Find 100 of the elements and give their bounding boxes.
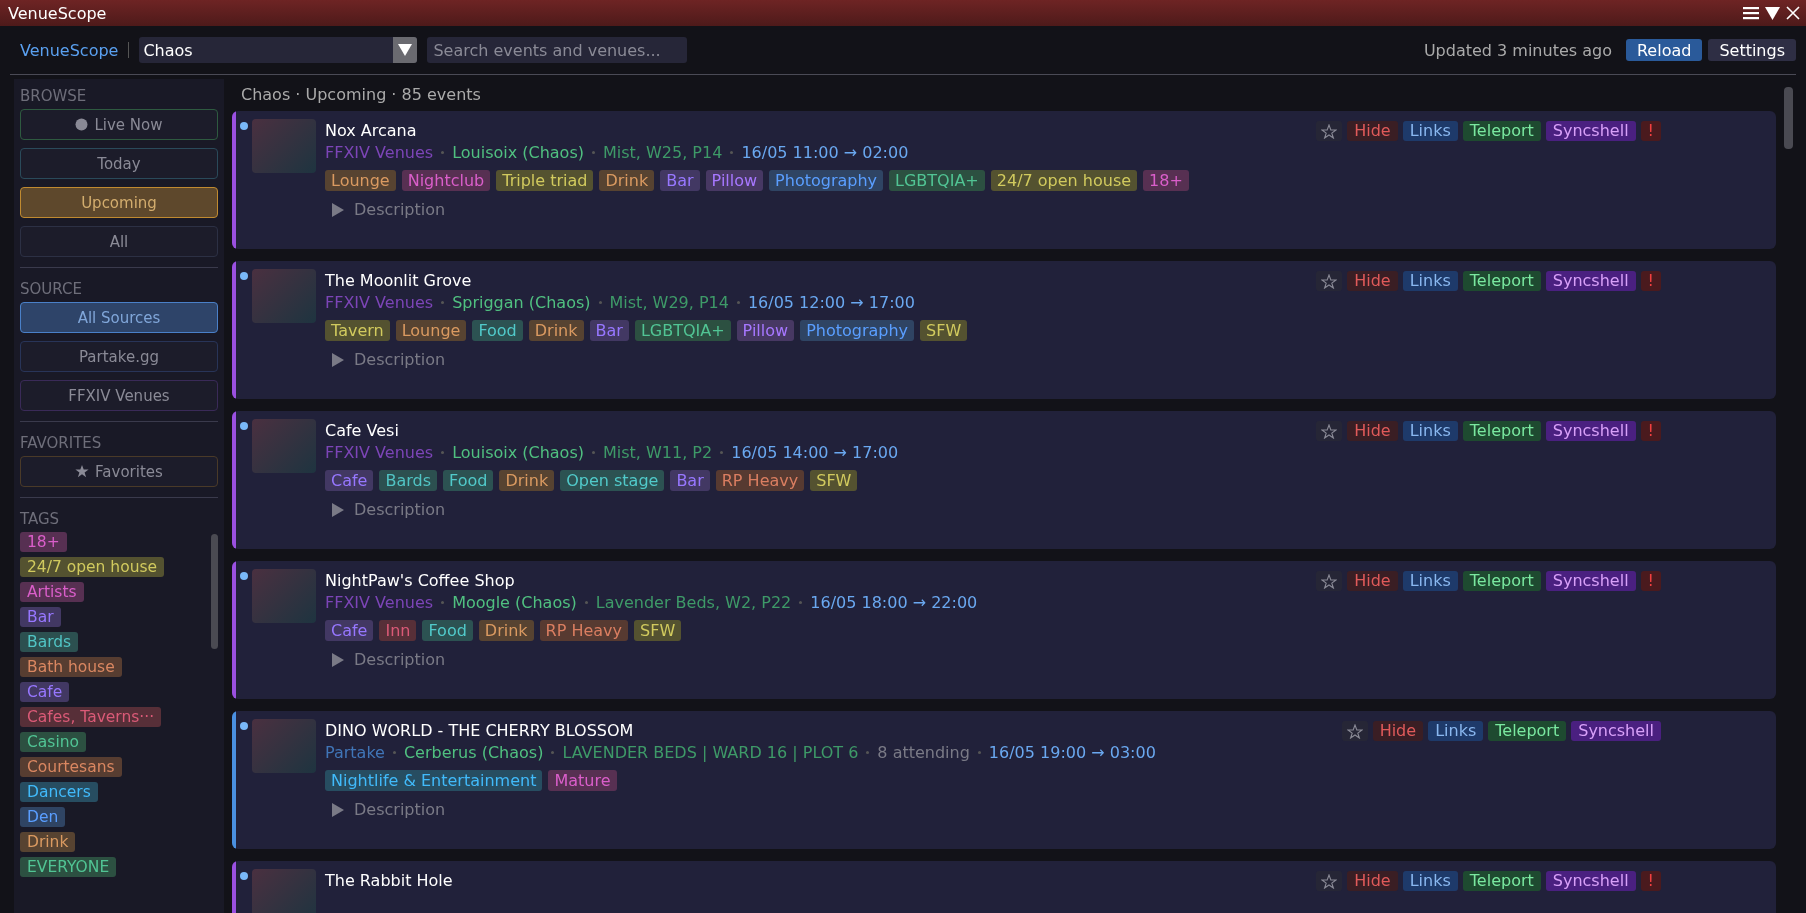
tag: Bar <box>670 470 710 491</box>
favorite-button[interactable] <box>1316 421 1343 441</box>
scrollbar-thumb[interactable] <box>211 534 218 649</box>
syncshell-button[interactable]: Syncshell <box>1545 871 1636 891</box>
teleport-button[interactable]: Teleport <box>1488 721 1567 741</box>
tag: Food <box>472 320 523 341</box>
tag-filter[interactable]: Casino <box>20 732 86 752</box>
links-button[interactable]: Links <box>1428 721 1484 741</box>
source-link[interactable]: FFXIV Venues <box>325 593 434 612</box>
favorite-button[interactable] <box>1316 571 1343 591</box>
star-icon <box>1321 423 1338 439</box>
sidebar-button[interactable]: FFXIV Venues <box>20 380 218 411</box>
source-link[interactable]: Partake <box>325 743 385 762</box>
report-button[interactable]: ! <box>1640 571 1661 591</box>
syncshell-button[interactable]: Syncshell <box>1545 121 1636 141</box>
hide-button[interactable]: Hide <box>1347 121 1398 141</box>
event-title: Cafe Vesi <box>325 421 399 441</box>
event-time: 16/05 14:00 → 17:00 <box>731 443 899 462</box>
star-icon <box>1321 123 1338 139</box>
tag-filter[interactable]: Den <box>20 807 66 827</box>
description-toggle[interactable]: Description <box>332 800 446 819</box>
description-toggle[interactable]: Description <box>332 200 446 219</box>
menu-icon[interactable] <box>1743 6 1759 20</box>
links-button[interactable]: Links <box>1402 121 1458 141</box>
sidebar-button[interactable]: Upcoming <box>20 187 218 218</box>
tag-filter[interactable]: EVERYONE <box>20 857 117 877</box>
tag-filter[interactable]: 24/7 open house <box>20 557 165 577</box>
syncshell-button[interactable]: Syncshell <box>1571 721 1661 741</box>
source-link[interactable]: FFXIV Venues <box>325 443 434 462</box>
teleport-button[interactable]: Teleport <box>1462 421 1541 441</box>
updated-text: Updated 3 minutes ago <box>1423 40 1612 60</box>
tag: RP Heavy <box>539 620 629 641</box>
hide-button[interactable]: Hide <box>1347 271 1398 291</box>
toolbar-button[interactable]: Settings <box>1708 39 1796 61</box>
teleport-button[interactable]: Teleport <box>1462 121 1541 141</box>
star-icon <box>1346 723 1363 739</box>
description-toggle[interactable]: Description <box>332 500 446 519</box>
caret-right-icon <box>332 352 344 367</box>
event-time: 16/05 12:00 → 17:00 <box>747 293 915 312</box>
tag: RP Heavy <box>715 470 805 491</box>
description-toggle[interactable]: Description <box>332 350 446 369</box>
teleport-button[interactable]: Teleport <box>1462 571 1541 591</box>
links-button[interactable]: Links <box>1402 871 1458 891</box>
tag-filter[interactable]: Bards <box>20 632 79 652</box>
event-location: Lavender Beds, W2, P22 <box>595 593 792 612</box>
event-title: NightPaw's Coffee Shop <box>325 571 515 591</box>
hide-button[interactable]: Hide <box>1347 571 1398 591</box>
tag-filter[interactable]: Dancers <box>20 782 98 802</box>
star-icon <box>1321 873 1338 889</box>
sidebar-button[interactable]: Favorites <box>20 456 218 487</box>
tag: Cafe <box>325 470 374 491</box>
report-button[interactable]: ! <box>1640 421 1661 441</box>
tag-filter[interactable]: Bath house <box>20 657 122 677</box>
scrollbar-thumb[interactable] <box>1784 87 1793 149</box>
tag-filter[interactable]: Bar <box>20 607 61 627</box>
toolbar-button[interactable]: Reload <box>1625 39 1703 61</box>
favorite-button[interactable] <box>1316 271 1343 291</box>
brand-link[interactable]: VenueScope <box>20 40 119 60</box>
close-icon[interactable] <box>1786 6 1800 20</box>
tag-filter[interactable]: Drink <box>20 832 76 852</box>
report-button[interactable]: ! <box>1640 871 1661 891</box>
tag-filter[interactable]: Cafe <box>20 682 70 702</box>
description-toggle[interactable]: Description <box>332 650 446 669</box>
report-button[interactable]: ! <box>1640 271 1661 291</box>
tag-filter[interactable]: 18+ <box>20 532 67 552</box>
search-field[interactable]: Search events and venues... <box>427 37 688 63</box>
syncshell-button[interactable]: Syncshell <box>1545 571 1636 591</box>
caret-icon <box>398 44 413 56</box>
event-location: Mist, W11, P2 <box>603 443 713 462</box>
tag-filter[interactable]: Artists <box>20 582 84 602</box>
photo-placeholder <box>252 719 316 773</box>
favorite-button[interactable] <box>1341 721 1368 741</box>
teleport-button[interactable]: Teleport <box>1462 871 1541 891</box>
links-button[interactable]: Links <box>1402 571 1458 591</box>
favorite-button[interactable] <box>1316 871 1343 891</box>
event-world: Louisoix (Chaos) <box>452 143 584 162</box>
links-button[interactable]: Links <box>1402 421 1458 441</box>
sidebar-button[interactable]: All <box>20 226 218 257</box>
hide-button[interactable]: Hide <box>1372 721 1424 741</box>
teleport-button[interactable]: Teleport <box>1462 271 1541 291</box>
tag: Lounge <box>395 320 467 341</box>
datacenter-dropdown[interactable]: Chaos <box>139 37 418 63</box>
hide-button[interactable]: Hide <box>1347 871 1398 891</box>
tag-filter[interactable]: Cafes, Taverns··· <box>20 707 162 727</box>
favorite-button[interactable] <box>1316 121 1343 141</box>
sidebar-button[interactable]: All Sources <box>20 302 218 333</box>
hide-button[interactable]: Hide <box>1347 421 1398 441</box>
sidebar-button[interactable]: Today <box>20 148 218 179</box>
links-button[interactable]: Links <box>1402 271 1458 291</box>
syncshell-button[interactable]: Syncshell <box>1545 421 1636 441</box>
section-label: BROWSE <box>20 87 87 105</box>
sidebar-button[interactable]: Partake.gg <box>20 341 218 372</box>
source-link[interactable]: FFXIV Venues <box>325 143 434 162</box>
sidebar-button[interactable]: Live Now <box>20 109 218 140</box>
tag-filter[interactable]: Courtesans <box>20 757 122 777</box>
tag: Pillow <box>736 320 795 341</box>
collapse-icon[interactable] <box>1765 6 1780 20</box>
source-link[interactable]: FFXIV Venues <box>325 293 434 312</box>
syncshell-button[interactable]: Syncshell <box>1545 271 1636 291</box>
report-button[interactable]: ! <box>1640 121 1661 141</box>
